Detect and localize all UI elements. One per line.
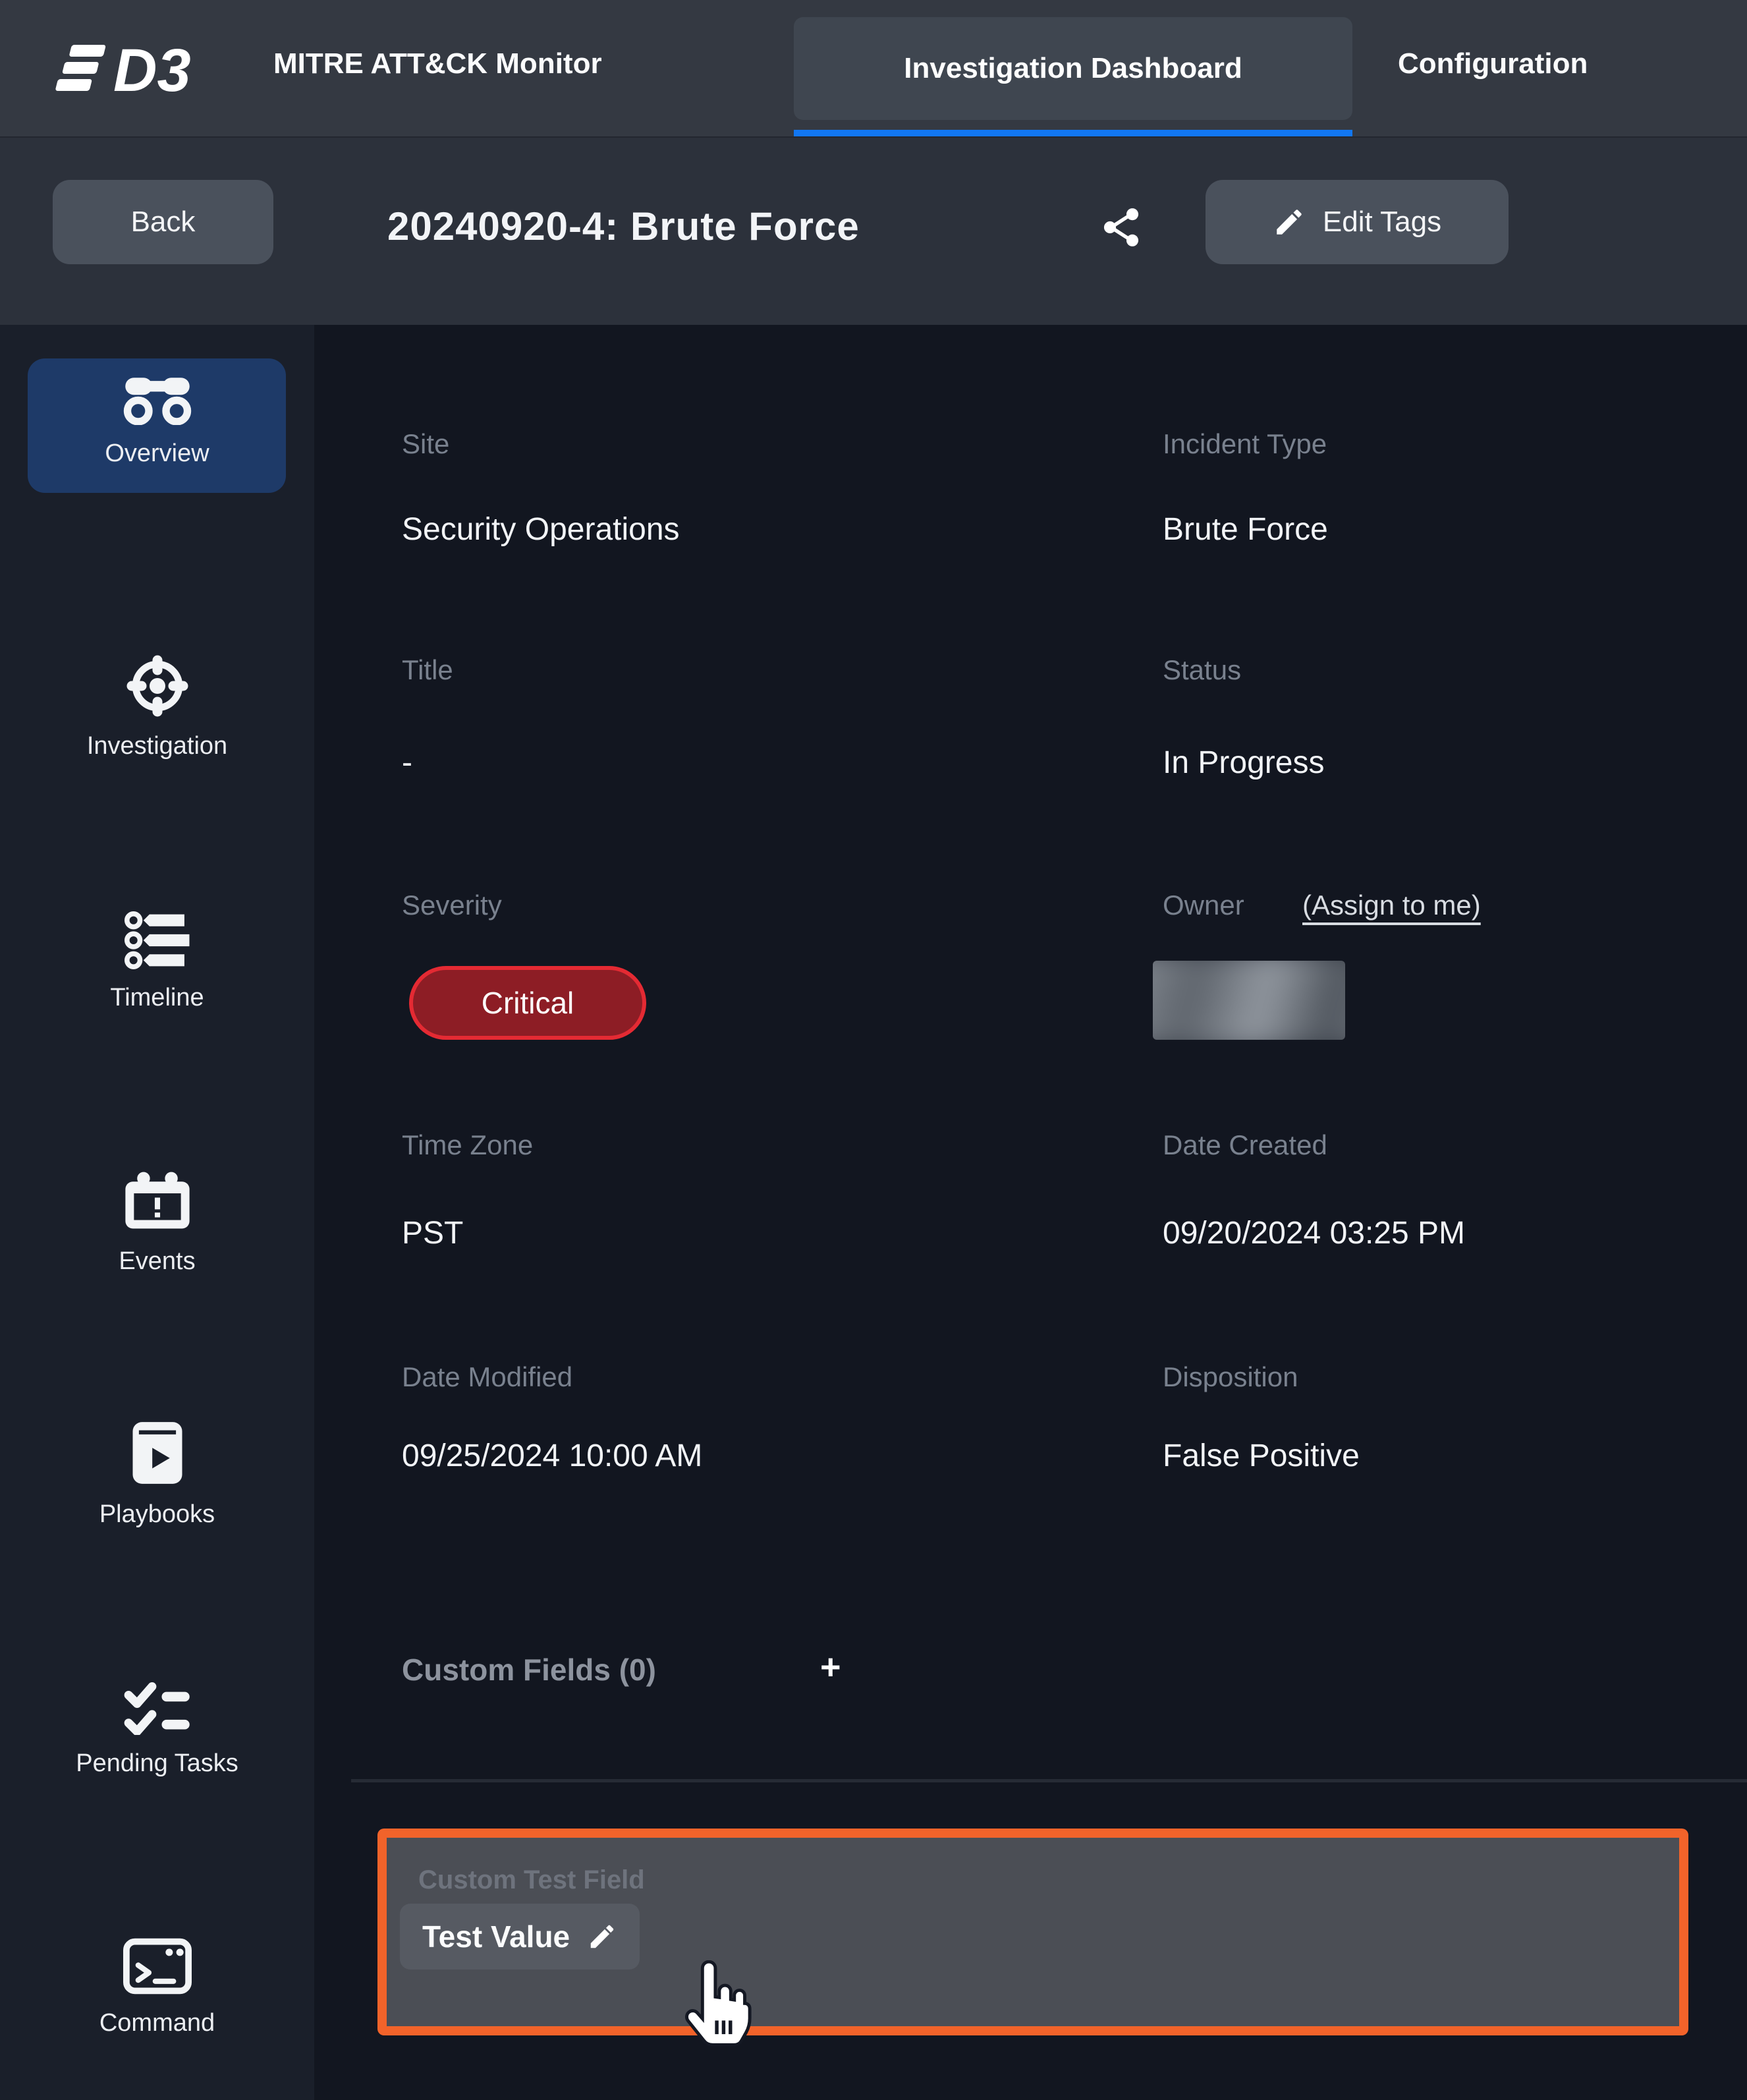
owner-value-blurred [1153,961,1345,1040]
sidebar-item-label: Timeline [0,984,314,1012]
incident-title: 20240920-4: Brute Force [387,204,860,249]
custom-field-label: Custom Test Field [418,1865,645,1895]
edit-pencil-icon[interactable] [587,1921,617,1952]
share-icon[interactable] [1099,205,1144,250]
sidebar-item-label: Pending Tasks [0,1749,314,1778]
field-value-disposition: False Positive [1163,1438,1360,1474]
custom-field-value-chip[interactable]: Test Value [400,1904,640,1970]
field-label-severity: Severity [402,890,502,921]
sidebar-item-label: Overview [0,440,314,468]
active-tab-underline [794,130,1352,136]
field-label-status: Status [1163,654,1241,686]
field-value-date-created: 09/20/2024 03:25 PM [1163,1215,1465,1251]
binoculars-icon [0,378,314,425]
investigation-dashboard-app: D3 MITRE ATT&CK Monitor Investigation Da… [0,0,1747,2100]
field-value-time-zone: PST [402,1215,463,1251]
severity-badge-critical: Critical [409,966,646,1040]
field-label-date-created: Date Created [1163,1129,1327,1161]
svg-text:D3: D3 [113,37,191,100]
sidebar-item-overview[interactable]: Overview [0,378,314,468]
edit-tags-label: Edit Tags [1323,206,1441,239]
checklist-icon [0,1681,314,1735]
overview-panel: Site Security Operations Incident Type B… [314,325,1747,2100]
sidebar-item-timeline[interactable]: Timeline [0,911,314,1012]
sidebar-item-playbooks[interactable]: Playbooks [0,1420,314,1529]
field-value-status: In Progress [1163,745,1324,781]
add-custom-field-button[interactable]: + [820,1647,841,1688]
back-button[interactable]: Back [53,180,273,264]
incident-sidebar: Overview Investigation [0,325,314,2100]
sidebar-item-events[interactable]: Events [0,1171,314,1276]
terminal-icon [0,1938,314,1995]
custom-field-value: Test Value [422,1919,570,1954]
playbook-icon [0,1420,314,1486]
edit-tags-button[interactable]: Edit Tags [1206,180,1509,264]
field-label-site: Site [402,428,449,460]
field-value-title: - [402,745,412,781]
incident-title-bar: Back 20240920-4: Brute Force [0,138,1747,325]
mouse-cursor-hand-icon [677,1960,756,2053]
nav-item-configuration[interactable]: Configuration [1398,47,1588,80]
custom-fields-header: Custom Fields (0) [402,1652,656,1688]
target-icon [0,654,314,718]
field-label-title: Title [402,654,453,686]
section-divider [351,1779,1747,1782]
field-value-site: Security Operations [402,511,680,548]
field-label-owner: Owner [1163,890,1244,921]
nav-item-investigation-dashboard[interactable]: Investigation Dashboard [794,17,1352,120]
sidebar-item-command[interactable]: Command [0,1938,314,2037]
sidebar-item-pending-tasks[interactable]: Pending Tasks [0,1681,314,1778]
field-label-time-zone: Time Zone [402,1129,533,1161]
field-value-incident-type: Brute Force [1163,511,1328,548]
field-value-date-modified: 09/25/2024 10:00 AM [402,1438,702,1474]
sidebar-item-label: Playbooks [0,1500,314,1529]
sidebar-item-label: Events [0,1247,314,1276]
sidebar-item-label: Investigation [0,732,314,760]
top-navigation-bar: D3 MITRE ATT&CK Monitor Investigation Da… [0,0,1747,138]
timeline-icon [0,911,314,969]
field-label-disposition: Disposition [1163,1361,1298,1393]
assign-to-me-link[interactable]: (Assign to me) [1302,890,1481,921]
sidebar-item-investigation[interactable]: Investigation [0,654,314,760]
calendar-alert-icon [0,1171,314,1233]
sidebar-item-label: Command [0,2009,314,2037]
field-label-date-modified: Date Modified [402,1361,572,1393]
pencil-icon [1273,206,1306,239]
custom-field-highlight-box: Custom Test Field Test Value [377,1829,1688,2035]
d3-logo: D3 [55,37,233,103]
nav-item-mitre-attack-monitor[interactable]: MITRE ATT&CK Monitor [273,47,602,80]
field-label-incident-type: Incident Type [1163,428,1327,460]
